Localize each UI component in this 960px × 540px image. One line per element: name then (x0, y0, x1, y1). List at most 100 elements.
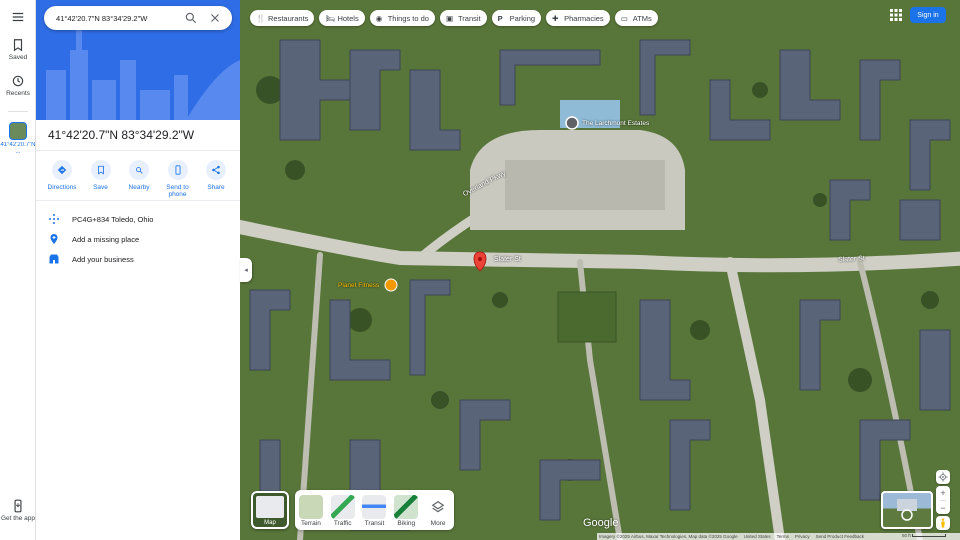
phone-icon (167, 160, 188, 180)
location-target-icon (938, 472, 948, 482)
close-icon[interactable] (208, 11, 222, 25)
chip-things-to-do[interactable]: ◉ Things to do (369, 10, 435, 26)
saved-button[interactable]: Saved (0, 38, 36, 61)
chip-pharmacies[interactable]: ✚ Pharmacies (546, 10, 610, 26)
street-view-preview[interactable] (881, 491, 933, 529)
layer-toggle-map[interactable]: Map (251, 491, 289, 529)
chip-label: Restaurants (268, 13, 309, 23)
imagery-attribution: Imagery ©2025 Airbus, Maxar Technologies… (599, 534, 738, 539)
chip-label: ATMs (632, 13, 652, 23)
recent-place-label: 41°42'20.7"N ... (0, 142, 36, 155)
send-to-phone-button[interactable]: Send to phone (160, 160, 196, 198)
place-title: 41°42'20.7"N 83°34'29.2"W (48, 128, 195, 142)
search-input[interactable]: 41°42'20.7"N 83°34'29.2"W (56, 14, 184, 23)
map-imagery (240, 0, 960, 540)
transit-icon: ▣ (445, 13, 454, 23)
map-layer-thumbnail (256, 496, 284, 518)
scale-bar[interactable]: 50 ft (902, 533, 947, 538)
share-button[interactable]: Share (198, 160, 234, 198)
camera-icon: ◉ (375, 13, 383, 23)
satellite-map[interactable]: The Larchmont Estates Overland Pkwy Slat… (240, 0, 960, 540)
poi-label-larchmont[interactable]: The Larchmont Estates (582, 120, 649, 127)
chip-label: Things to do (387, 13, 429, 23)
zoom-in-icon[interactable]: + (940, 486, 945, 500)
bookmark-icon (13, 39, 23, 52)
hotel-icon: 🛏 (325, 13, 335, 23)
search-icon[interactable] (184, 11, 198, 25)
nearby-button[interactable]: Nearby (121, 160, 157, 198)
chip-restaurants[interactable]: 🍴 Restaurants (250, 10, 315, 26)
recent-place-item[interactable]: 41°42'20.7"N ... (0, 122, 36, 158)
send-to-phone-label: Send to phone (166, 184, 189, 198)
pharmacy-icon: ✚ (552, 13, 559, 23)
bookmark-icon (90, 160, 111, 180)
privacy-link[interactable]: Privacy (795, 534, 810, 539)
place-actions: Directions Save Nearby Send to phone Sha… (44, 160, 234, 198)
nearby-label: Nearby (128, 184, 150, 191)
google-maps-app: The Larchmont Estates Overland Pkwy Slat… (0, 0, 960, 540)
share-label: Share (207, 184, 225, 191)
layer-label: More (430, 520, 446, 527)
get-app-button[interactable]: Get the app (0, 499, 36, 522)
chip-label: Hotels (337, 13, 359, 23)
transit-thumbnail (362, 495, 387, 519)
my-location-button[interactable] (936, 470, 950, 484)
chip-atms[interactable]: ▭ ATMs (614, 10, 658, 26)
layer-label: Transit (364, 520, 385, 527)
chip-hotels[interactable]: 🛏 Hotels (319, 10, 365, 26)
feedback-link[interactable]: Send Product Feedback (816, 534, 864, 539)
biking-thumbnail (394, 495, 419, 519)
layer-transit[interactable]: Transit (360, 495, 388, 530)
traffic-thumbnail (330, 495, 355, 519)
history-icon (12, 75, 24, 87)
layer-more[interactable]: More (424, 495, 452, 530)
layers-icon (426, 495, 450, 519)
layer-terrain[interactable]: Terrain (297, 495, 325, 530)
directions-button[interactable]: Directions (44, 160, 80, 198)
add-missing-place-text: Add a missing place (72, 234, 140, 244)
poi-label-planet-fitness[interactable]: Planet Fitness (338, 282, 379, 289)
save-button[interactable]: Save (83, 160, 119, 198)
saved-label: Saved (8, 54, 28, 61)
recents-button[interactable]: Recents (0, 74, 36, 97)
atm-icon: ▭ (620, 13, 628, 23)
chevron-left-icon: ◂ (244, 267, 248, 274)
directions-label: Directions (47, 184, 77, 191)
apps-grid-icon[interactable] (890, 9, 902, 21)
search-box[interactable]: 41°42'20.7"N 83°34'29.2"W (44, 6, 232, 30)
menu-button[interactable] (0, 10, 36, 26)
chip-label: Pharmacies (564, 13, 604, 23)
divider (36, 150, 240, 151)
chip-transit[interactable]: ▣ Transit (439, 10, 487, 26)
left-rail: Saved Recents 41°42'20.7"N ... Get the a… (0, 0, 36, 540)
sign-in-button[interactable]: Sign in (910, 7, 946, 23)
layer-label: Biking (397, 520, 416, 527)
zoom-out-icon[interactable]: − (940, 500, 946, 514)
menu-icon (12, 12, 24, 22)
add-business-text: Add your business (72, 254, 134, 264)
collapse-panel-button[interactable]: ◂ (240, 258, 252, 282)
add-missing-place-row[interactable]: Add a missing place (48, 230, 238, 248)
business-icon (49, 254, 59, 264)
layer-label: Terrain (300, 520, 321, 527)
restaurant-icon: 🍴 (256, 13, 266, 23)
pegman-icon (941, 518, 945, 528)
plus-code-row[interactable]: PC4G+834 Toledo, Ohio (48, 210, 238, 228)
nearby-icon (129, 160, 149, 180)
category-chips: 🍴 Restaurants 🛏 Hotels ◉ Things to do ▣ Tran… (250, 10, 658, 26)
chip-parking[interactable]: P Parking (491, 10, 542, 26)
divider (36, 200, 240, 201)
country-link[interactable]: United States (744, 534, 771, 539)
layer-biking[interactable]: Biking (392, 495, 420, 530)
street-view-thumbnail-image (897, 499, 917, 521)
pegman-button[interactable] (936, 516, 950, 530)
add-business-row[interactable]: Add your business (48, 250, 238, 268)
add-place-icon (50, 234, 58, 244)
plus-code-text: PC4G+834 Toledo, Ohio (72, 214, 154, 224)
street-label-slater-west: Slater St (494, 256, 521, 263)
recents-label: Recents (6, 90, 30, 97)
layer-traffic[interactable]: Traffic (329, 495, 357, 530)
scale-label: 50 ft (902, 533, 911, 538)
terms-link[interactable]: Terms (777, 534, 789, 539)
get-app-label: Get the app (1, 515, 35, 522)
